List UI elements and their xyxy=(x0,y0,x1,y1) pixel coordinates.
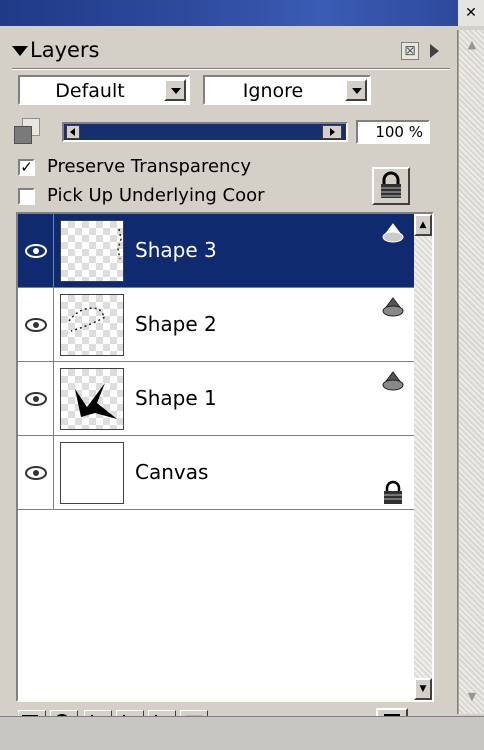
slider-thumb[interactable] xyxy=(322,125,342,139)
visibility-toggle[interactable] xyxy=(18,214,54,287)
panel-header: Layers ⊠ xyxy=(6,36,452,66)
chevron-down-icon[interactable] xyxy=(164,79,186,101)
layer-name: Shape 3 xyxy=(135,238,217,262)
lock-icon xyxy=(384,480,402,504)
checkbox-box[interactable]: ✓ xyxy=(18,159,35,176)
layer-thumbnail xyxy=(60,368,124,430)
layers-panel: Layers ⊠ Default Ignore 100 % ✓ Preserve… xyxy=(0,30,458,740)
visibility-toggle[interactable] xyxy=(18,436,54,509)
scroll-down-icon[interactable]: ▼ xyxy=(463,688,481,706)
checkbox-label: Pick Up Underlying Coor xyxy=(47,185,265,206)
layers-scrollbar[interactable]: ▲ ▼ xyxy=(414,214,432,700)
window-close-icon[interactable]: ✕ xyxy=(458,0,484,26)
eye-icon xyxy=(25,318,47,332)
layer-row-shape-2[interactable]: Shape 2 xyxy=(18,288,414,362)
layer-name: Shape 2 xyxy=(135,312,217,336)
blend-mode-value: Default xyxy=(55,80,125,102)
window-bottom-edge xyxy=(0,716,484,750)
layer-thumbnail xyxy=(60,220,124,282)
eye-icon xyxy=(25,392,47,406)
lock-button[interactable] xyxy=(372,167,410,205)
panel-close-icon[interactable]: ⊠ xyxy=(401,42,419,60)
color-swatch-icon[interactable] xyxy=(14,118,42,144)
opacity-slider[interactable] xyxy=(62,122,348,142)
object-shape-icon xyxy=(382,297,404,317)
mask-mode-value: Ignore xyxy=(242,80,304,102)
header-divider xyxy=(12,68,450,70)
blend-mode-dropdown[interactable]: Default xyxy=(18,75,190,105)
panel-title: Layers xyxy=(30,38,100,62)
scroll-down-icon[interactable]: ▼ xyxy=(414,678,432,700)
opacity-value[interactable]: 100 % xyxy=(356,120,430,144)
layer-name: Canvas xyxy=(135,460,209,484)
eye-icon xyxy=(25,466,47,480)
outer-scrollbar[interactable]: ▲ ▼ xyxy=(458,30,484,714)
mask-mode-dropdown[interactable]: Ignore xyxy=(203,75,371,105)
layer-name: Shape 1 xyxy=(135,386,217,410)
layer-thumbnail xyxy=(60,294,124,356)
visibility-toggle[interactable] xyxy=(18,288,54,361)
layers-list: Shape 3 Shape 2 Shape 1 Canvas ▲ ▼ xyxy=(16,212,434,702)
layer-row-shape-3[interactable]: Shape 3 xyxy=(18,214,414,288)
slider-left-icon[interactable] xyxy=(66,125,80,139)
layer-row-canvas[interactable]: Canvas xyxy=(18,436,414,510)
visibility-toggle[interactable] xyxy=(18,362,54,435)
scroll-up-icon[interactable]: ▲ xyxy=(414,214,432,236)
chevron-down-icon[interactable] xyxy=(345,79,367,101)
lock-icon xyxy=(381,171,401,198)
layer-thumbnail xyxy=(60,442,124,504)
layer-row-shape-1[interactable]: Shape 1 xyxy=(18,362,414,436)
panel-menu-icon[interactable] xyxy=(430,44,439,58)
checkbox-label: Preserve Transparency xyxy=(47,156,251,177)
checkbox-box[interactable] xyxy=(18,188,35,205)
window-title-bar xyxy=(0,0,458,26)
object-shape-icon xyxy=(382,371,404,391)
scroll-up-icon[interactable]: ▲ xyxy=(463,36,481,54)
eye-icon xyxy=(25,244,47,258)
collapse-arrow-icon[interactable] xyxy=(12,46,28,56)
object-shape-icon xyxy=(382,223,404,243)
